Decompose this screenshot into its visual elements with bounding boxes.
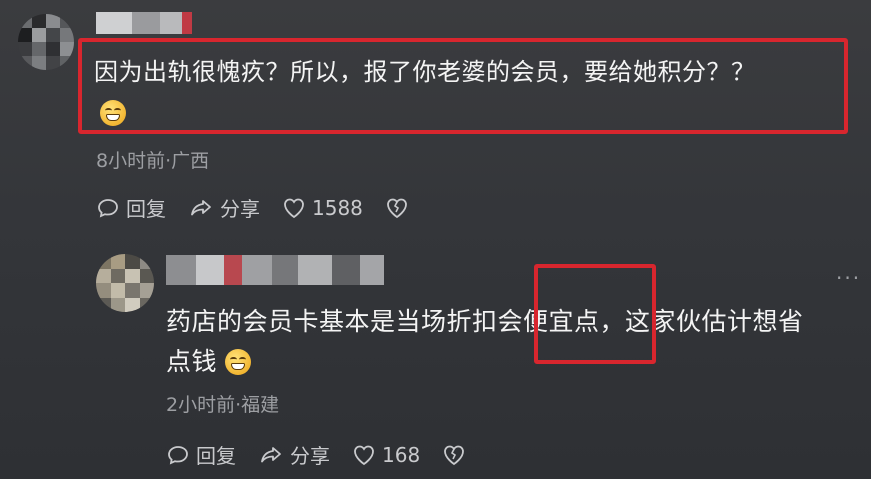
share-icon	[191, 199, 211, 215]
share-icon	[261, 446, 281, 462]
reply-label: 回复	[126, 197, 166, 221]
reply-label: 回复	[196, 444, 236, 468]
reply-button[interactable]: 回复	[166, 440, 236, 469]
comment-meta: 8小时前·广西	[96, 150, 210, 172]
comment-text: 因为出轨很愧疚？所以，报了你老婆的会员，要给她积分？？	[94, 58, 756, 86]
like-button[interactable]: 1588	[282, 196, 363, 220]
broken-heart-icon	[387, 198, 407, 218]
share-button[interactable]: 分享	[188, 193, 260, 222]
comment-actions: 回复 分享 168	[166, 440, 494, 469]
broken-heart-icon	[444, 445, 465, 465]
comment-text: 药店的会员卡基本是当场折扣会便宜点，这家伙估计想省 点钱	[166, 307, 804, 376]
more-options-button[interactable]: ···	[836, 266, 861, 290]
comment-meta: 2小时前·福建	[166, 394, 280, 416]
avatar[interactable]	[96, 254, 154, 312]
share-label: 分享	[220, 197, 260, 221]
share-button[interactable]: 分享	[258, 440, 330, 469]
grinning-sweat-emoji-icon	[100, 100, 126, 126]
reply-button[interactable]: 回复	[96, 193, 166, 222]
share-label: 分享	[290, 444, 330, 468]
comment-actions: 回复 分享 1588	[96, 193, 437, 222]
reply-icon	[168, 445, 188, 465]
avatar[interactable]	[18, 14, 74, 70]
username[interactable]	[166, 255, 384, 285]
heart-icon	[354, 445, 374, 465]
reply-icon	[98, 198, 118, 218]
like-count: 1588	[312, 195, 363, 220]
like-count: 168	[382, 442, 421, 467]
highlight-box	[534, 264, 656, 364]
heart-icon	[284, 198, 304, 218]
dislike-button[interactable]	[442, 444, 472, 466]
dislike-button[interactable]	[385, 197, 415, 219]
like-button[interactable]: 168	[352, 443, 420, 467]
username[interactable]	[96, 12, 192, 34]
grinning-sweat-emoji-icon	[225, 349, 252, 375]
